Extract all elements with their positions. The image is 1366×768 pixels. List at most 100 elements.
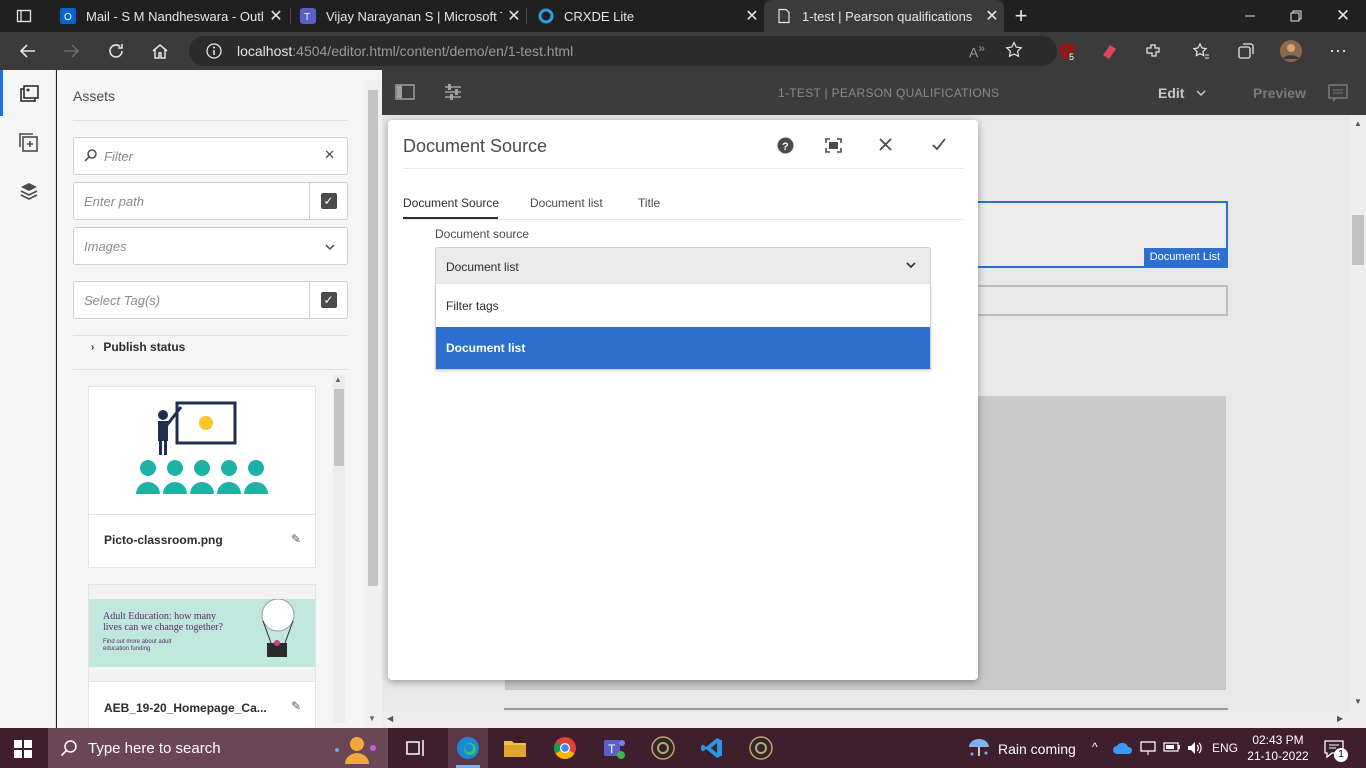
eraser-extension-icon[interactable] [1097, 39, 1121, 63]
tags-input[interactable]: Select Tag(s) ✓ [73, 281, 348, 319]
option-filter-tags[interactable]: Filter tags [436, 284, 930, 327]
windows-start-icon[interactable] [14, 740, 32, 761]
volume-icon[interactable] [1186, 740, 1204, 759]
collections-icon[interactable] [1234, 39, 1258, 63]
back-icon[interactable] [16, 39, 40, 63]
tab-title[interactable]: Title [638, 196, 660, 210]
search-icon [60, 739, 78, 760]
chevron-down-icon [1196, 90, 1206, 97]
address-bar[interactable]: localhost:4504/editor.html/content/demo/… [189, 36, 1057, 66]
read-aloud-icon[interactable]: A» [969, 42, 985, 61]
tab-document-list[interactable]: Document list [530, 196, 603, 210]
weather-text[interactable]: Rain coming [998, 741, 1076, 757]
assets-finder-icon[interactable] [18, 84, 40, 106]
content-tree-icon[interactable] [18, 180, 40, 202]
new-tab-icon[interactable]: + [1009, 3, 1033, 28]
minimize-icon[interactable] [1238, 4, 1262, 28]
path-browse-button[interactable]: ✓ [309, 183, 347, 219]
document-list-component[interactable]: Document List [972, 201, 1228, 268]
taskbar-edge[interactable] [448, 728, 488, 768]
path-input[interactable]: Enter path ✓ [73, 182, 348, 220]
filter-input[interactable]: Filter ✕ [73, 137, 348, 175]
asset-card[interactable]: Picto-classroom.png ✎ [88, 386, 316, 568]
network-icon[interactable] [1139, 740, 1157, 759]
browser-tab-active[interactable]: 1-test | Pearson qualifications ✕ [764, 0, 1004, 32]
task-view-icon[interactable] [404, 738, 426, 761]
edit-pencil-icon[interactable]: ✎ [291, 699, 301, 713]
file-explorer-icon[interactable] [503, 736, 527, 760]
restore-icon[interactable] [1284, 4, 1308, 28]
scroll-down-icon[interactable]: ▼ [1354, 697, 1362, 706]
info-icon[interactable] [205, 42, 223, 63]
more-options-icon[interactable]: ⋯ [1326, 39, 1350, 63]
scroll-right-icon[interactable]: ▶ [1337, 714, 1343, 723]
publish-status-label: Publish status [103, 340, 186, 354]
scroll-down-icon[interactable]: ▼ [368, 714, 376, 723]
checkbox-icon: ✓ [320, 292, 337, 308]
battery-icon[interactable] [1163, 741, 1181, 756]
page-properties-icon[interactable] [443, 84, 463, 103]
tab-title: Mail - S M Nandheswara - Outlo [86, 8, 264, 24]
mode-selector[interactable]: Edit [1158, 85, 1206, 101]
chevron-up-icon[interactable]: ^ [1092, 740, 1098, 754]
asset-card[interactable]: Adult Education: how many lives can we ch… [88, 584, 316, 744]
asset-list-scrollbar[interactable]: ▲ [333, 375, 345, 723]
favorites-icon[interactable] [1189, 39, 1213, 63]
banner-link: Find out more about adult education fundi… [103, 639, 172, 652]
preview-button[interactable]: Preview [1253, 85, 1306, 101]
help-icon[interactable]: ? [777, 137, 794, 157]
browser-tab-outlook[interactable]: O Mail - S M Nandheswara - Outlo ✕ [48, 0, 288, 32]
publish-status-toggle[interactable]: › Publish status [91, 340, 185, 354]
scrollbar-thumb[interactable] [368, 90, 378, 586]
weather-rain-icon[interactable] [966, 737, 992, 762]
clear-icon[interactable]: ✕ [324, 147, 335, 163]
profile-avatar[interactable] [1279, 39, 1303, 63]
close-icon[interactable]: ✕ [264, 6, 288, 26]
toggle-side-panel-icon[interactable] [395, 84, 415, 103]
extensions-icon[interactable] [1141, 39, 1165, 63]
vscode-icon[interactable] [700, 736, 724, 760]
onedrive-icon[interactable] [1113, 741, 1133, 758]
forward-icon[interactable] [59, 39, 83, 63]
chrome-icon[interactable] [553, 736, 577, 760]
asset-type-select[interactable]: Images [73, 227, 348, 265]
close-icon[interactable]: ✕ [740, 6, 764, 26]
teams-taskbar-icon[interactable]: T [602, 736, 626, 760]
path-placeholder: Enter path [84, 194, 144, 209]
window-close-icon[interactable]: ✕ [1331, 4, 1355, 28]
annotations-icon[interactable] [1328, 84, 1348, 105]
clock-date[interactable]: 21-10-2022 [1246, 749, 1310, 763]
canvas-horizontal-scrollbar[interactable]: ◀ ▶ [382, 712, 1350, 728]
tab-document-source[interactable]: Document Source [403, 196, 499, 210]
canvas-scrollbar[interactable]: ▲ ▼ [1350, 115, 1366, 728]
close-dialog-icon[interactable] [878, 137, 893, 155]
close-icon[interactable]: ✕ [980, 6, 1004, 26]
scrollbar-thumb[interactable] [334, 389, 344, 466]
language-indicator[interactable]: ENG [1212, 741, 1238, 755]
scroll-left-icon[interactable]: ◀ [387, 714, 393, 723]
clock-time[interactable]: 02:43 PM [1250, 733, 1306, 747]
obs-icon[interactable] [651, 736, 675, 760]
tab-actions-icon[interactable] [12, 4, 36, 28]
taskbar-search-box[interactable]: Type here to search [48, 728, 388, 768]
browser-tab-crxde[interactable]: CRXDE Lite ✕ [526, 0, 764, 32]
done-check-icon[interactable] [931, 137, 947, 155]
component-placeholder[interactable] [972, 285, 1228, 316]
close-icon[interactable]: ✕ [502, 6, 526, 26]
ublock-extension-icon[interactable]: 5 [1055, 39, 1079, 63]
home-icon[interactable] [148, 39, 172, 63]
tags-browse-button[interactable]: ✓ [309, 282, 347, 318]
scrollbar-thumb[interactable] [1352, 215, 1364, 265]
fullscreen-icon[interactable] [825, 138, 842, 156]
panel-scrollbar[interactable]: ▼ [364, 80, 382, 728]
option-document-list[interactable]: Document list [436, 327, 930, 369]
components-icon[interactable] [18, 132, 40, 154]
scroll-up-icon[interactable]: ▲ [334, 375, 342, 384]
edit-pencil-icon[interactable]: ✎ [291, 532, 301, 546]
obs-icon-2[interactable] [749, 736, 773, 760]
scroll-up-icon[interactable]: ▲ [1354, 119, 1362, 128]
refresh-icon[interactable] [104, 39, 128, 63]
browser-tab-teams[interactable]: T Vijay Narayanan S | Microsoft Te ✕ [288, 0, 526, 32]
document-source-select[interactable]: Document list [435, 247, 931, 285]
favorite-add-icon[interactable] [1005, 41, 1023, 62]
